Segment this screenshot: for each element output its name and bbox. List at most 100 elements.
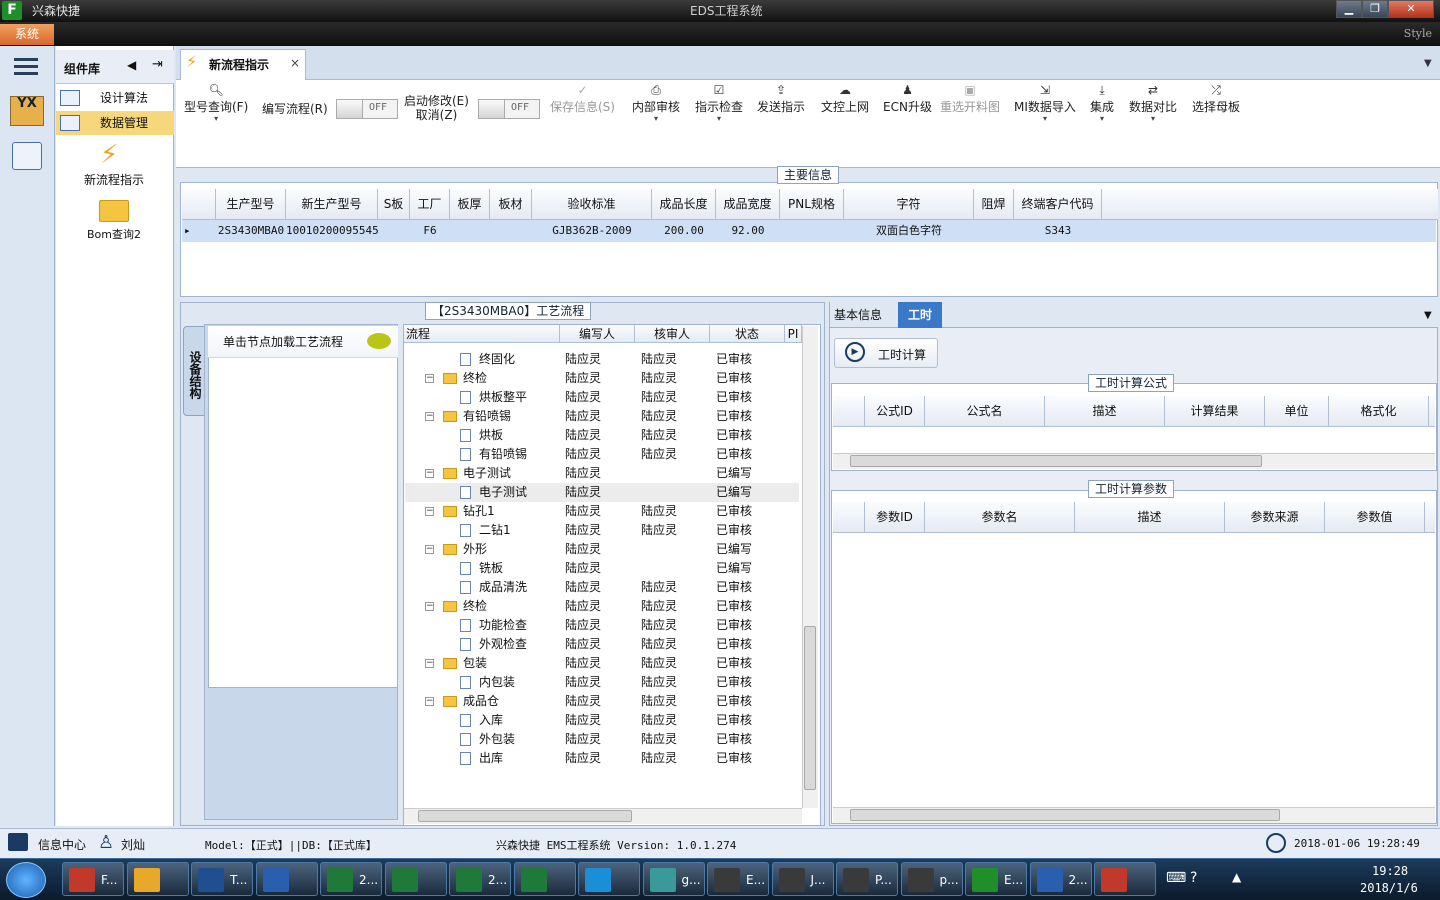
write-process-toggle[interactable]: OFF bbox=[336, 99, 398, 119]
collapse-toggle-icon[interactable]: − bbox=[425, 659, 434, 668]
taskbar-item[interactable]: P... bbox=[836, 862, 898, 896]
start-modify-toggle[interactable]: OFF bbox=[478, 99, 540, 119]
calculator-icon[interactable] bbox=[12, 142, 42, 170]
column-header[interactable]: 公式ID bbox=[865, 396, 925, 426]
taskbar-item[interactable] bbox=[384, 862, 447, 896]
tree-scroll-thumb[interactable] bbox=[804, 626, 816, 790]
tree-row[interactable]: − 有铅喷锡 陆应灵 陆应灵 已审核 bbox=[405, 407, 799, 426]
column-header[interactable]: 参数值 bbox=[1325, 502, 1425, 532]
column-header[interactable]: 字符 bbox=[844, 189, 974, 219]
integrate-button[interactable]: ⤓ 集成 ▾ bbox=[1090, 82, 1114, 123]
collapse-toggle-icon[interactable]: − bbox=[425, 469, 434, 478]
column-header[interactable]: 新生产型号 bbox=[286, 189, 378, 219]
taskbar-item[interactable]: 2... bbox=[449, 862, 511, 896]
tree-row[interactable]: − 成品仓 陆应灵 陆应灵 已审核 bbox=[405, 692, 799, 711]
tree-row[interactable]: 出库 陆应灵 陆应灵 已审核 bbox=[405, 749, 799, 768]
tree-row[interactable]: − 电子测试 陆应灵 已编写 bbox=[405, 464, 799, 483]
collapse-toggle-icon[interactable]: − bbox=[425, 412, 434, 421]
help-icon[interactable]: ? bbox=[1190, 870, 1197, 886]
collapse-toggle-icon[interactable]: − bbox=[425, 374, 434, 383]
tab-list-chevron-icon[interactable]: ▼ bbox=[1424, 310, 1432, 321]
tree-row[interactable]: 入库 陆应灵 陆应灵 已审核 bbox=[405, 711, 799, 730]
tree-row[interactable]: 外包装 陆应灵 陆应灵 已审核 bbox=[405, 730, 799, 749]
mi-data-import-button[interactable]: ⇲ MI数据导入 ▾ bbox=[1014, 82, 1076, 123]
taskbar-item[interactable]: E... bbox=[707, 862, 769, 896]
taskbar-item[interactable]: 2... bbox=[1029, 862, 1092, 896]
close-button[interactable]: ✕ bbox=[1388, 0, 1434, 18]
factory-icon[interactable]: YX bbox=[10, 96, 44, 126]
taskbar-item[interactable] bbox=[578, 862, 640, 896]
taskbar-item[interactable]: g... bbox=[642, 862, 705, 896]
tree-row[interactable]: − 钻孔1 陆应灵 陆应灵 已审核 bbox=[405, 502, 799, 521]
taskbar-item[interactable] bbox=[126, 862, 189, 896]
column-header[interactable]: PI bbox=[785, 325, 802, 343]
pin-icon[interactable]: ⇥ bbox=[152, 57, 163, 72]
collapse-toggle-icon[interactable]: − bbox=[425, 507, 434, 516]
tab-close-icon[interactable]: × bbox=[290, 56, 300, 70]
column-header[interactable]: PNL规格 bbox=[780, 189, 844, 219]
column-header[interactable]: 参数来源 bbox=[1225, 502, 1325, 532]
tree-row[interactable]: − 终检 陆应灵 陆应灵 已审核 bbox=[405, 597, 799, 616]
column-header[interactable]: 板材 bbox=[490, 189, 532, 219]
tree-row[interactable]: − 外形 陆应灵 已编写 bbox=[405, 540, 799, 559]
keyboard-icon[interactable]: ⌨ bbox=[1166, 870, 1186, 886]
tab-list-chevron-icon[interactable]: ▼ bbox=[1424, 58, 1432, 69]
column-header[interactable]: 单位 bbox=[1265, 396, 1329, 426]
tree-row[interactable]: 功能检查 陆应灵 陆应灵 已审核 bbox=[405, 616, 799, 635]
clock-time[interactable]: 19:28 bbox=[1372, 864, 1408, 878]
data-compare-button[interactable]: ⇄ 数据对比 ▾ bbox=[1129, 82, 1177, 123]
column-header[interactable]: 计算结果 bbox=[1165, 396, 1265, 426]
taskbar-item[interactable]: T... bbox=[191, 862, 253, 896]
taskbar-item[interactable] bbox=[513, 862, 576, 896]
tree-row[interactable]: 电子测试 陆应灵 已编写 bbox=[405, 483, 799, 502]
folder-icon[interactable] bbox=[99, 200, 129, 222]
column-header[interactable]: 描述 bbox=[1045, 396, 1165, 426]
taskbar-item[interactable]: J... bbox=[771, 862, 834, 896]
equipment-list[interactable] bbox=[208, 326, 398, 688]
column-header[interactable]: 阻焊 bbox=[974, 189, 1014, 219]
start-button[interactable] bbox=[6, 862, 46, 898]
column-header[interactable]: 生产型号 bbox=[216, 189, 286, 219]
save-info-button[interactable]: ✓ 保存信息(S) bbox=[550, 82, 615, 115]
tree-row[interactable]: 终固化 陆应灵 陆应灵 已审核 bbox=[405, 350, 799, 369]
formula-hscroll-thumb[interactable] bbox=[850, 455, 1262, 467]
reselect-cut-drawing-button[interactable]: ▣ 重选开料图 bbox=[940, 82, 1000, 115]
column-header[interactable]: 状态 bbox=[710, 325, 785, 343]
taskbar-item[interactable] bbox=[1094, 862, 1156, 896]
new-process-item[interactable]: 新流程指示 bbox=[56, 171, 172, 188]
column-header[interactable]: 参数名 bbox=[925, 502, 1075, 532]
doc-control-online-button[interactable]: ☁ 文控上网 bbox=[821, 82, 869, 115]
system-tab[interactable]: 系统 bbox=[0, 24, 54, 45]
tree-hscroll-thumb[interactable] bbox=[418, 810, 632, 822]
column-header[interactable]: 编写人 bbox=[560, 325, 635, 343]
tree-row[interactable]: − 包装 陆应灵 陆应灵 已审核 bbox=[405, 654, 799, 673]
menu-icon[interactable] bbox=[14, 58, 38, 76]
collapse-toggle-icon[interactable]: − bbox=[425, 697, 434, 706]
column-header[interactable]: 成品长度 bbox=[652, 189, 716, 219]
params-hscroll-thumb[interactable] bbox=[850, 809, 1280, 821]
taskbar-item[interactable]: E... bbox=[965, 862, 1027, 896]
ecn-upgrade-button[interactable]: ♟ ECN升级 bbox=[883, 82, 932, 115]
bom-query-item[interactable]: Bom查询2 bbox=[56, 226, 172, 242]
taskbar-item[interactable]: 2... bbox=[320, 862, 382, 896]
collapse-toggle-icon[interactable]: − bbox=[425, 545, 434, 554]
minimize-button[interactable]: ▁ bbox=[1336, 0, 1362, 18]
instruction-check-button[interactable]: ☑ 指示检查 ▾ bbox=[695, 82, 743, 123]
tab-work-hours[interactable]: 工时 bbox=[898, 302, 942, 328]
tree-row[interactable]: 二钻1 陆应灵 陆应灵 已审核 bbox=[405, 521, 799, 540]
restore-button[interactable]: ❐ bbox=[1362, 0, 1388, 18]
tree-row[interactable]: 外观检查 陆应灵 陆应灵 已审核 bbox=[405, 635, 799, 654]
tree-row[interactable]: 有铅喷锡 陆应灵 陆应灵 已审核 bbox=[405, 445, 799, 464]
collapse-left-icon[interactable]: ◀ bbox=[127, 58, 136, 72]
taskbar-item[interactable]: p... bbox=[900, 862, 963, 896]
column-header[interactable]: 验收标准 bbox=[532, 189, 652, 219]
send-instruction-button[interactable]: ⇪ 发送指示 bbox=[757, 82, 805, 115]
tree-row[interactable]: 成品清洗 陆应灵 陆应灵 已审核 bbox=[405, 578, 799, 597]
taskbar-item[interactable]: F... bbox=[62, 862, 124, 896]
column-header[interactable]: S板 bbox=[378, 189, 410, 219]
internal-review-button[interactable]: ⎙ 内部审核 ▾ bbox=[632, 82, 680, 123]
select-mother-board-button[interactable]: ⤮ 选择母板 bbox=[1192, 82, 1240, 115]
tab-equipment-structure[interactable]: 设备结构 bbox=[183, 326, 205, 416]
column-header[interactable]: 核审人 bbox=[635, 325, 710, 343]
tray-expand-icon[interactable]: ▲ bbox=[1232, 870, 1241, 884]
